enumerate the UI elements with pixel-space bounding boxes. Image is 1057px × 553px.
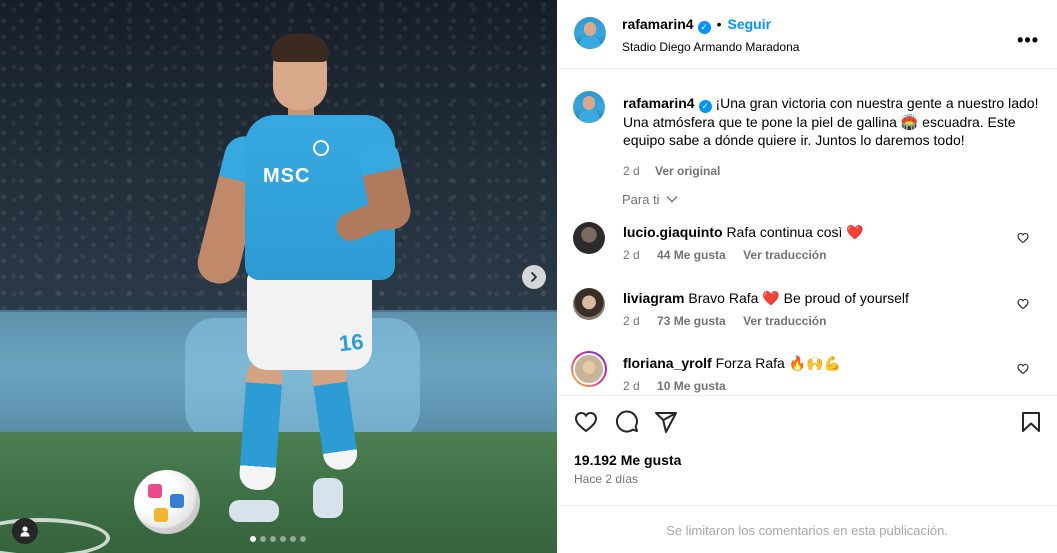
player-figure: 16 MSC — [185, 30, 415, 535]
commenter-avatar[interactable] — [573, 288, 605, 320]
comment-body: floriana_yrolf Forza Rafa 🔥🙌💪 — [623, 354, 1023, 372]
commenter-avatar — [573, 353, 605, 385]
comment-text: Rafa continua così — [726, 224, 843, 240]
comment-text: Bravo Rafa — [688, 290, 759, 306]
for-you-filter[interactable]: Para ti — [622, 192, 678, 207]
comment-meta: 2 d 10 Me gusta — [623, 379, 740, 393]
carousel-dot — [270, 536, 276, 542]
player-shorts: 16 — [247, 270, 372, 370]
commenter-username[interactable]: liviagram — [623, 290, 684, 306]
club-badge — [313, 140, 329, 156]
comment-likes[interactable]: 44 Me gusta — [657, 248, 726, 262]
player-left-boot — [229, 500, 279, 522]
author-username[interactable]: rafamarin4 — [622, 16, 694, 32]
person-icon — [20, 526, 30, 537]
comments-list: rafamarin4 ✓ ¡Una gran victoria con nuest… — [557, 69, 1057, 395]
ball-pattern — [148, 484, 162, 498]
post-timestamp[interactable]: Hace 2 días — [574, 472, 638, 486]
comment-body: lucio.giaquinto Rafa continua così ❤️ — [623, 223, 1023, 241]
commenter-avatar[interactable] — [573, 222, 605, 254]
caption-time: 2 d — [623, 163, 640, 178]
shirt-number: 16 — [337, 328, 365, 357]
ball-pattern — [170, 494, 184, 508]
author-avatar[interactable] — [574, 17, 606, 49]
caption-avatar[interactable] — [573, 91, 605, 123]
carousel-dot — [260, 536, 266, 542]
like-comment-heart-icon[interactable] — [1017, 232, 1029, 244]
comments-limited-notice: Se limitaron los comentarios en esta pub… — [557, 505, 1057, 553]
comment-icon[interactable] — [615, 410, 639, 434]
likes-count[interactable]: 19.192 Me gusta — [574, 452, 681, 468]
see-translation-link[interactable]: Ver traducción — [743, 248, 826, 262]
post-location[interactable]: Stadio Diego Armando Maradona — [622, 40, 799, 54]
carousel-dot — [280, 536, 286, 542]
chevron-down-icon — [666, 196, 678, 203]
caption-body: rafamarin4 ✓ ¡Una gran victoria con nuest… — [623, 94, 1048, 180]
verified-badge-icon: ✓ — [698, 99, 712, 113]
carousel-dot — [250, 536, 256, 542]
comment-time: 2 d — [623, 248, 640, 262]
post-actions: 19.192 Me gusta Hace 2 días Se limitaron… — [557, 395, 1057, 553]
comment-emoji: ❤️ — [846, 224, 864, 240]
like-comment-heart-icon[interactable] — [1017, 363, 1029, 375]
comment-text-continued: Be proud of yourself — [783, 290, 909, 306]
verified-badge-icon: ✓ — [697, 21, 711, 34]
send-icon[interactable] — [654, 410, 678, 434]
heart-icon[interactable] — [574, 410, 598, 434]
see-translation-link[interactable]: Ver traducción — [743, 314, 826, 328]
carousel-dot — [300, 536, 306, 542]
post-side-panel: rafamarin4 ✓ • Seguir Stadio Diego Armando … — [557, 0, 1057, 553]
follow-button[interactable]: Seguir — [728, 16, 772, 32]
for-you-label: Para ti — [622, 192, 660, 207]
comment-body: liviagram Bravo Rafa ❤️ Be proud of your… — [623, 289, 1023, 307]
player-left-leg — [238, 358, 284, 492]
comment-item: floriana_yrolf Forza Rafa 🔥🙌💪 2 d 10 Me … — [571, 351, 1043, 395]
player-hair — [271, 34, 329, 62]
player-right-boot — [313, 478, 343, 518]
caption-meta: 2 d Ver original — [623, 162, 1048, 180]
shirt-sponsor: MSC — [263, 165, 311, 187]
caption-username[interactable]: rafamarin4 — [623, 95, 695, 111]
comment-time: 2 d — [623, 379, 640, 393]
commenter-avatar-story-ring[interactable] — [571, 351, 607, 387]
carousel-dot — [290, 536, 296, 542]
comment-emoji: 🔥🙌💪 — [788, 355, 842, 371]
comment-meta: 2 d 44 Me gusta Ver traducción — [623, 248, 840, 262]
commenter-username[interactable]: floriana_yrolf — [623, 355, 712, 371]
ball-pattern — [154, 508, 168, 522]
comment-text: Forza Rafa — [715, 355, 785, 371]
comment-likes[interactable]: 10 Me gusta — [657, 379, 726, 393]
carousel-indicator — [250, 536, 306, 542]
post-header: rafamarin4 ✓ • Seguir Stadio Diego Armando … — [557, 0, 1057, 69]
separator-dot: • — [716, 16, 722, 32]
comment-likes[interactable]: 73 Me gusta — [657, 314, 726, 328]
bookmark-icon[interactable] — [1019, 410, 1043, 434]
user-tags-button[interactable] — [12, 518, 38, 544]
comment-meta: 2 d 73 Me gusta Ver traducción — [623, 314, 840, 328]
commenter-username[interactable]: lucio.giaquinto — [623, 224, 723, 240]
next-slide-button[interactable] — [522, 265, 546, 289]
post-media[interactable]: 16 MSC — [0, 0, 557, 553]
more-options-icon[interactable]: ••• — [1017, 30, 1039, 51]
football — [134, 470, 200, 534]
author-info: rafamarin4 ✓ • Seguir Stadio Diego Armando … — [622, 16, 799, 54]
comment-time: 2 d — [623, 314, 640, 328]
like-comment-heart-icon[interactable] — [1017, 298, 1029, 310]
comment-item: lucio.giaquinto Rafa continua così ❤️ 2 … — [573, 222, 1043, 266]
comment-item: liviagram Bravo Rafa ❤️ Be proud of your… — [573, 288, 1043, 332]
see-original-link[interactable]: Ver original — [655, 164, 720, 178]
chevron-right-icon — [531, 272, 537, 282]
comment-emoji: ❤️ — [762, 290, 780, 306]
